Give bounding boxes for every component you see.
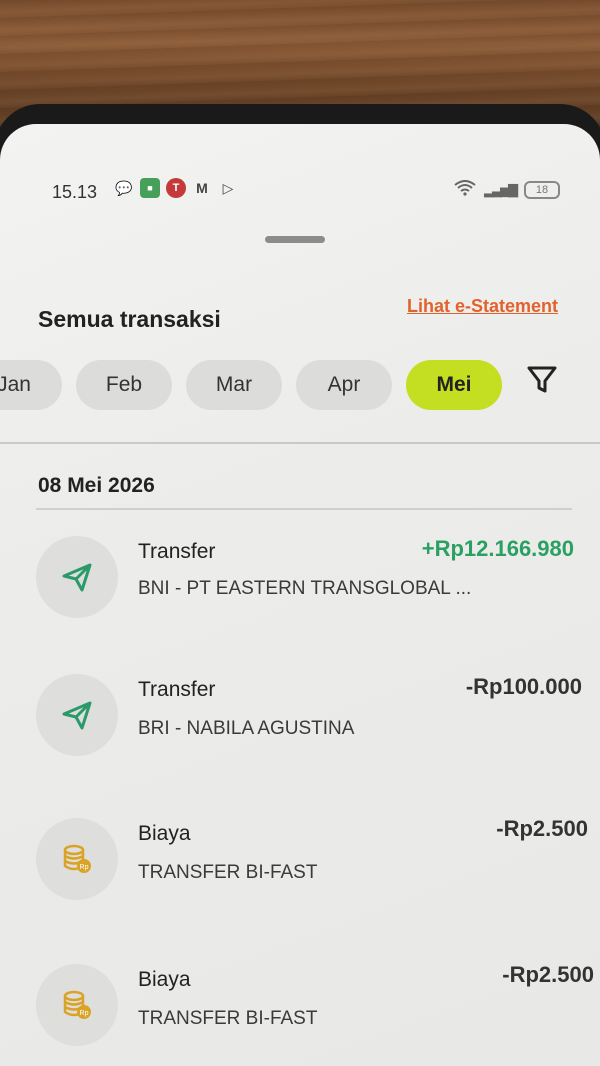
date-group-header: 08 Mei 2026	[38, 474, 155, 497]
chat-bubble-icon: 💬	[115, 179, 133, 196]
svg-text:Rp: Rp	[80, 864, 89, 871]
transaction-row[interactable]: Rp Biaya TRANSFER BI-FAST -Rp2.500	[0, 816, 600, 928]
paper-plane-icon	[36, 674, 118, 756]
month-chip-mar[interactable]: Mar	[186, 360, 282, 410]
transaction-desc: BRI - NABILA AGUSTINA	[138, 718, 355, 739]
month-chip-apr[interactable]: Apr	[296, 360, 392, 410]
transaction-amount: -Rp100.000	[465, 674, 582, 699]
page-title: Semua transaksi	[38, 306, 221, 332]
status-right: ▂▃▅▇ 18	[454, 180, 560, 199]
battery-indicator: 18	[524, 180, 560, 199]
transaction-row[interactable]: Transfer BNI - PT EASTERN TRANSGLOBAL ..…	[0, 534, 600, 644]
month-chip-mei[interactable]: Mei	[406, 360, 502, 410]
status-time: 15.13	[52, 182, 98, 202]
transaction-amount: -Rp2.500	[496, 816, 588, 841]
app-screen: 15.13 💬 ■ T M ▷ ▂▃▅▇ 18 Semua transaksi …	[0, 124, 600, 1066]
transaction-type: Transfer	[138, 678, 216, 701]
e-statement-link[interactable]: Lihat e-Statement	[407, 296, 558, 317]
transaction-row[interactable]: Rp Biaya TRANSFER BI-FAST -Rp2.500	[0, 962, 600, 1066]
paper-plane-icon	[36, 536, 118, 618]
drag-handle[interactable]	[265, 236, 325, 243]
app-notification-icon: ■	[140, 178, 160, 198]
transaction-desc: TRANSFER BI-FAST	[138, 862, 318, 883]
tokopedia-icon: T	[166, 178, 186, 198]
play-icon: ▷	[222, 179, 234, 196]
month-chip-feb[interactable]: Feb	[76, 360, 172, 410]
status-bar: 15.13 💬 ■ T M ▷ ▂▃▅▇ 18	[0, 158, 600, 218]
transaction-desc: BNI - PT EASTERN TRANSGLOBAL ...	[138, 578, 472, 599]
transaction-amount: -Rp2.500	[502, 962, 594, 987]
wifi-icon	[454, 180, 476, 199]
transaction-row[interactable]: Transfer BRI - NABILA AGUSTINA -Rp100.00…	[0, 674, 600, 784]
coin-stack-icon: Rp	[36, 818, 118, 900]
month-chip-jan[interactable]: Jan	[0, 360, 62, 410]
transaction-amount: +Rp12.166.980	[421, 536, 574, 561]
transaction-type: Transfer	[138, 540, 216, 563]
svg-text:Rp: Rp	[80, 1010, 89, 1017]
notification-icons: 💬 ■ T M ▷	[114, 178, 238, 198]
coin-stack-icon: Rp	[36, 964, 118, 1046]
gmail-icon: M	[196, 180, 208, 196]
date-divider	[36, 508, 572, 510]
transaction-desc: TRANSFER BI-FAST	[138, 1008, 318, 1029]
section-divider	[0, 442, 600, 444]
transaction-type: Biaya	[138, 968, 191, 991]
month-selector: Jan Feb Mar Apr Mei	[0, 360, 502, 410]
signal-icon: ▂▃▅▇	[484, 181, 518, 197]
filter-icon[interactable]	[524, 362, 560, 398]
transaction-type: Biaya	[138, 822, 191, 845]
